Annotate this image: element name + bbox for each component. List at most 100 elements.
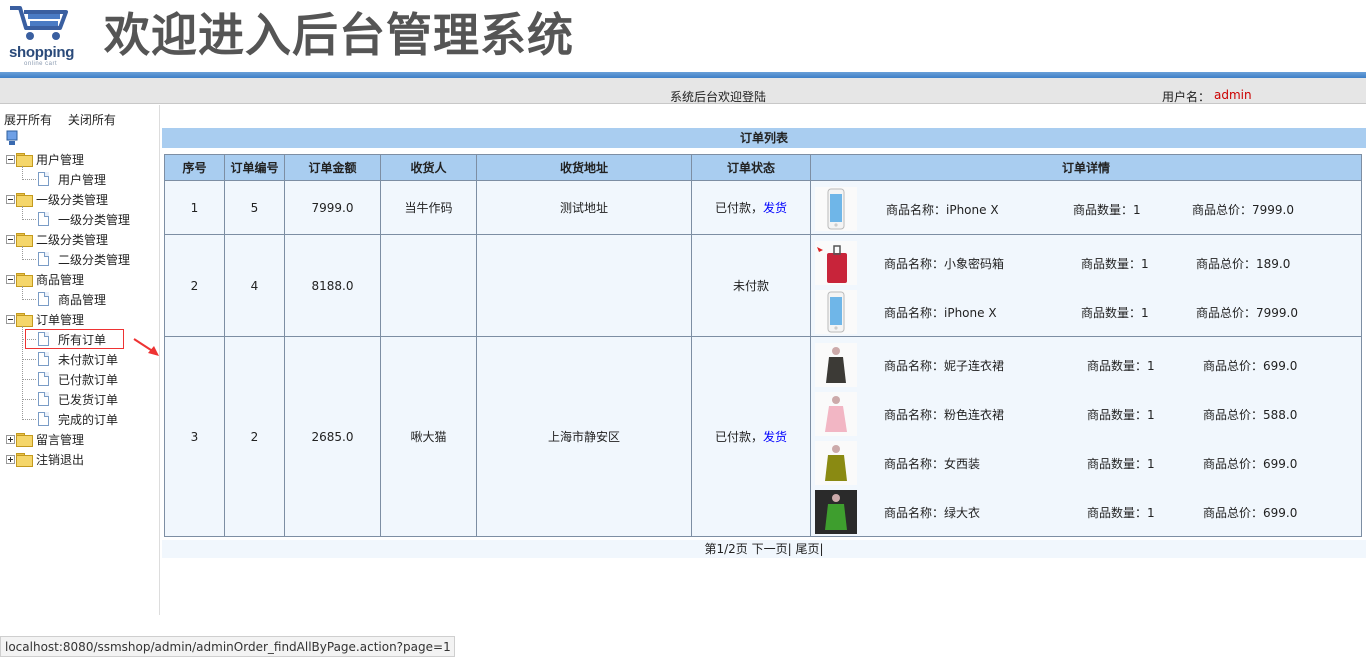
- product-name: 商品名称：女西装: [884, 456, 981, 471]
- product-thumbnail: [815, 489, 857, 534]
- page-title: 欢迎进入后台管理系统: [104, 9, 574, 61]
- folder-icon: [16, 313, 33, 327]
- collapse-toggle-icon[interactable]: [6, 274, 15, 284]
- tree-group-label: 用户管理: [36, 152, 85, 167]
- cart-icon: [10, 6, 68, 40]
- sidebar: 展开所有 关闭所有 用户管理 用户管理 一级分类管理 一级分类管理 二级分类管理 二级分类…: [0, 105, 160, 615]
- collapse-all-link[interactable]: 关闭所有: [68, 113, 116, 127]
- col-status: 订单状态: [691, 154, 811, 181]
- order-details: 商品名称：iPhone X 商品数量：1 商品总价：7999.0: [810, 180, 1362, 235]
- ship-link[interactable]: 发货: [763, 201, 787, 215]
- product-total: 商品总价：699.0: [1203, 358, 1298, 373]
- product-thumbnail: [815, 342, 857, 387]
- next-page-link[interactable]: 下一页: [752, 542, 788, 556]
- tree-item[interactable]: 二级分类管理: [38, 250, 130, 268]
- tree-item[interactable]: 已发货订单: [38, 390, 118, 408]
- pagination-separator: |: [787, 542, 792, 556]
- order-item: 商品名称：女西装 商品数量：1 商品总价：699.0: [811, 437, 1361, 486]
- product-qty: 商品数量：1: [1073, 203, 1141, 217]
- collapse-toggle-icon[interactable]: [6, 154, 15, 164]
- order-status: 已付款，: [714, 430, 763, 444]
- order-details: 商品名称：妮子连衣裙 商品数量：1 商品总价：699.0 商品名称：粉色连衣裙 商品数量…: [810, 336, 1362, 537]
- tree-group-5[interactable]: 留言管理: [6, 430, 84, 448]
- product-total: 商品总价：588.0: [1203, 407, 1298, 422]
- orders-body: 1 5 7999.0 当牛作码 测试地址 已付款，发货 商品名称：iPhone X 商品数量：…: [164, 180, 1362, 537]
- order-item: 商品名称：妮子连衣裙 商品数量：1 商品总价：699.0: [811, 339, 1361, 388]
- product-thumbnail: [815, 187, 857, 231]
- table-row: 2 4 8188.0 未付款 商品名称：小象密码箱 商品数量：1 商品总价：189.0 商品名…: [164, 234, 1362, 337]
- tree-group-6[interactable]: 注销退出: [6, 450, 84, 468]
- collapse-toggle-icon[interactable]: [6, 314, 15, 324]
- order-status: 已付款，: [714, 201, 763, 215]
- tree-group-label: 订单管理: [36, 312, 85, 327]
- order-number: 5: [224, 180, 285, 235]
- order-address: [476, 234, 692, 337]
- folder-icon: [16, 433, 33, 447]
- expand-all-link[interactable]: 展开所有: [4, 113, 52, 127]
- tree-item[interactable]: 商品管理: [38, 290, 106, 308]
- computer-icon: [6, 130, 18, 145]
- tree-item[interactable]: 一级分类管理: [38, 210, 130, 228]
- browser-status-url: localhost:8080/ssmshop/admin/adminOrder_…: [0, 636, 455, 657]
- expand-toggle-icon[interactable]: [6, 434, 15, 444]
- tree-item[interactable]: 用户管理: [38, 170, 106, 188]
- tree-connector: [22, 326, 23, 420]
- page-icon: [38, 352, 49, 366]
- orders-table: 序号 订单编号 订单金额 收货人 收货地址 订单状态 订单详情 1 5 7999.0…: [164, 154, 1362, 537]
- product-name: 商品名称：绿大衣: [884, 505, 981, 520]
- logo-text: shopping: [9, 44, 75, 61]
- folder-icon: [16, 153, 33, 167]
- order-list-title: 订单列表: [162, 128, 1366, 148]
- product-total: 商品总价：699.0: [1203, 456, 1298, 471]
- tree-group-4[interactable]: 订单管理: [6, 310, 84, 328]
- page-icon: [38, 392, 49, 406]
- tree-group-3[interactable]: 商品管理: [6, 270, 84, 288]
- tree-connector: [22, 259, 36, 260]
- tree-connector: [22, 246, 23, 260]
- product-name: 商品名称：iPhone X: [886, 203, 999, 217]
- order-receiver: 啾大猫: [380, 336, 477, 537]
- tree-actions: 展开所有 关闭所有: [4, 111, 128, 128]
- tree-group-0[interactable]: 用户管理: [6, 150, 84, 168]
- page-icon: [38, 292, 49, 306]
- tree-connector: [22, 206, 23, 220]
- tree-item[interactable]: 已付款订单: [38, 370, 118, 388]
- page-icon: [38, 212, 49, 226]
- product-total: 商品总价：7999.0: [1192, 203, 1294, 217]
- last-page-link[interactable]: 尾页: [795, 542, 819, 556]
- annotation-arrow-icon: [133, 338, 159, 356]
- product-qty: 商品数量：1: [1087, 505, 1155, 520]
- col-details: 订单详情: [810, 154, 1362, 181]
- folder-icon: [16, 193, 33, 207]
- table-header-row: 序号 订单编号 订单金额 收货人 收货地址 订单状态 订单详情: [164, 154, 1362, 181]
- order-item: 商品名称：绿大衣 商品数量：1 商品总价：699.0: [811, 486, 1361, 535]
- table-row: 1 5 7999.0 当牛作码 测试地址 已付款，发货 商品名称：iPhone X 商品数量：…: [164, 180, 1362, 235]
- tree-item[interactable]: 未付款订单: [38, 350, 118, 368]
- product-qty: 商品数量：1: [1081, 256, 1149, 271]
- expand-toggle-icon[interactable]: [6, 454, 15, 464]
- tree-item-label: 商品管理: [58, 292, 107, 307]
- folder-icon: [16, 273, 33, 287]
- ship-link[interactable]: 发货: [763, 430, 787, 444]
- order-amount: 7999.0: [284, 180, 381, 235]
- tree-item[interactable]: 完成的订单: [38, 410, 118, 428]
- order-address: 测试地址: [476, 180, 692, 235]
- selected-item-outline: [25, 329, 124, 349]
- page-icon: [38, 412, 49, 426]
- product-qty: 商品数量：1: [1081, 305, 1149, 320]
- collapse-toggle-icon[interactable]: [6, 194, 15, 204]
- tree-connector: [22, 359, 36, 360]
- order-item: 商品名称：iPhone X 商品数量：1 商品总价：7999.0: [811, 286, 1361, 335]
- tree-item-label: 已发货订单: [58, 392, 119, 407]
- col-index: 序号: [164, 154, 225, 181]
- product-name: 商品名称：妮子连衣裙: [884, 358, 1005, 373]
- tree-group-label: 二级分类管理: [36, 232, 109, 247]
- collapse-toggle-icon[interactable]: [6, 234, 15, 244]
- order-details: 商品名称：小象密码箱 商品数量：1 商品总价：189.0 商品名称：iPhone X商…: [810, 234, 1362, 337]
- tree-item-label: 一级分类管理: [58, 212, 131, 227]
- header: shopping online cart 欢迎进入后台管理系统: [0, 0, 1366, 72]
- order-item: 商品名称：iPhone X 商品数量：1 商品总价：7999.0: [811, 183, 1361, 232]
- product-qty: 商品数量：1: [1087, 358, 1155, 373]
- tree-connector: [22, 179, 36, 180]
- product-qty: 商品数量：1: [1087, 407, 1155, 422]
